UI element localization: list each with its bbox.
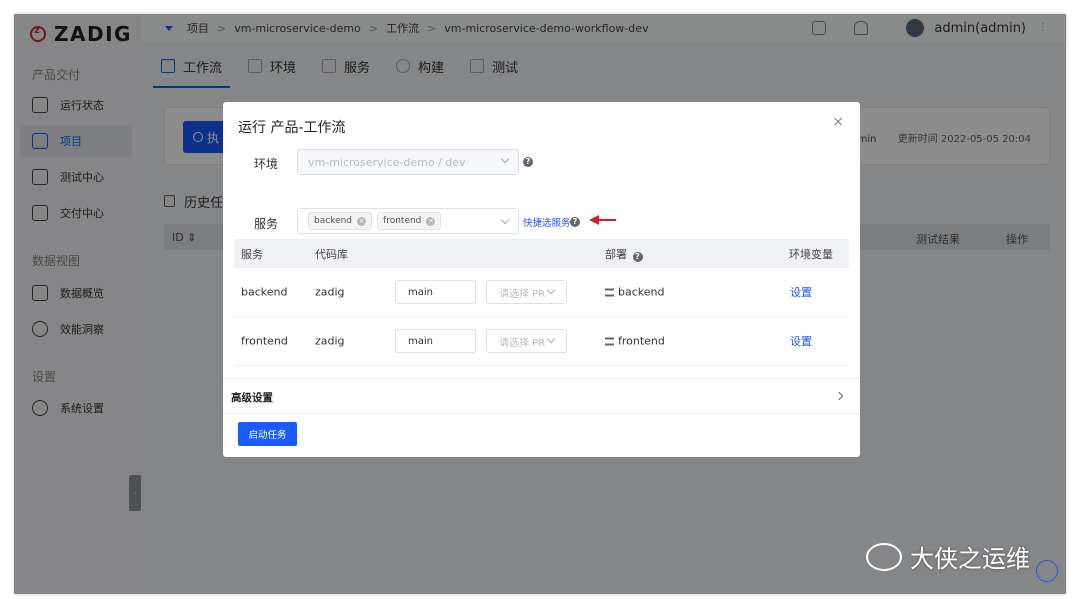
floating-help-icon[interactable] xyxy=(1036,560,1058,582)
row-repo: zadig xyxy=(315,334,345,348)
run-workflow-dialog: 运行 产品-工作流 × 环境 vm-microservice-demo / de… xyxy=(223,102,860,457)
header-repo: 代码库 xyxy=(315,247,348,261)
env-select: vm-microservice-demo / dev xyxy=(297,149,519,175)
branch-input[interactable]: main xyxy=(395,329,476,353)
pr-select[interactable]: 请选择 PR xyxy=(486,329,567,353)
env-settings-link[interactable]: 设置 xyxy=(790,333,812,349)
service-label: 服务 xyxy=(254,217,279,231)
header-env-vars: 环境变量 xyxy=(789,247,833,261)
service-tag-frontend: frontend × xyxy=(377,212,442,230)
quick-link-text: 快捷选服务 xyxy=(523,218,571,229)
close-icon[interactable]: × xyxy=(832,114,844,130)
deploy-name: frontend xyxy=(618,334,665,348)
table-row: backend zadig main 请选择 PR backend 设置 xyxy=(234,268,849,317)
header-deploy-text: 部署 xyxy=(605,247,627,261)
row-deploy: backend xyxy=(605,286,664,299)
branch-cell: main xyxy=(395,280,476,304)
red-arrow-icon xyxy=(589,215,616,225)
pr-select[interactable]: 请选择 PR xyxy=(486,280,567,304)
advanced-settings-label: 高级设置 xyxy=(231,392,273,404)
deploy-name: backend xyxy=(618,285,665,299)
chevron-right-icon xyxy=(834,391,844,401)
branch-cell: main xyxy=(395,329,476,353)
watermark-text: 大侠之运维 xyxy=(910,545,1030,573)
table-row: frontend zadig main 请选择 PR frontend 设置 xyxy=(234,317,849,366)
start-task-button[interactable]: 启动任务 xyxy=(238,422,297,446)
tag-label: backend xyxy=(314,216,353,226)
chevron-down-icon xyxy=(500,154,510,164)
remove-tag-icon[interactable]: × xyxy=(426,216,436,226)
chevron-down-icon xyxy=(546,285,556,295)
service-tag-backend: backend × xyxy=(308,212,373,230)
remove-tag-icon[interactable]: × xyxy=(357,216,367,226)
service-table: 服务 代码库 部署 ? 环境变量 backend zadig main 请选择 … xyxy=(234,239,849,366)
service-multiselect[interactable]: backend × frontend × xyxy=(297,208,519,234)
pr-cell: 请选择 PR xyxy=(486,329,567,353)
advanced-settings-toggle[interactable]: 高级设置 xyxy=(223,378,860,414)
watermark: 大侠之运维 xyxy=(866,539,1030,574)
row-deploy: frontend xyxy=(605,335,665,348)
chevron-down-icon xyxy=(546,334,556,344)
env-label: 环境 xyxy=(254,157,279,171)
pr-cell: 请选择 PR xyxy=(486,280,567,304)
help-icon[interactable]: ? xyxy=(632,251,643,262)
server-icon xyxy=(605,337,614,346)
pr-placeholder: 请选择 PR xyxy=(499,288,546,300)
env-settings-link[interactable]: 设置 xyxy=(790,284,812,300)
wechat-icon xyxy=(866,542,902,571)
branch-input[interactable]: main xyxy=(395,280,476,304)
quick-select-services-link[interactable]: 快捷选服务 xyxy=(523,215,571,229)
row-repo: zadig xyxy=(315,285,345,299)
pr-placeholder: 请选择 PR xyxy=(499,337,546,349)
help-icon[interactable]: ? xyxy=(523,157,533,167)
row-service: frontend xyxy=(241,334,288,348)
app-window: ZADIG 产品交付 运行状态 项目 测试中心 交付中心 数据视图 数据概览 效… xyxy=(14,14,1066,594)
dialog-title: 运行 产品-工作流 xyxy=(238,120,346,136)
header-deploy: 部署 ? xyxy=(605,246,643,262)
server-icon xyxy=(605,288,614,297)
chevron-down-icon xyxy=(500,215,510,225)
env-select-value: vm-microservice-demo / dev xyxy=(308,155,466,169)
tag-label: frontend xyxy=(383,216,422,226)
row-service: backend xyxy=(241,285,288,299)
header-service: 服务 xyxy=(241,247,263,261)
service-table-header: 服务 代码库 部署 ? 环境变量 xyxy=(234,239,849,268)
help-icon[interactable]: ? xyxy=(570,217,580,227)
